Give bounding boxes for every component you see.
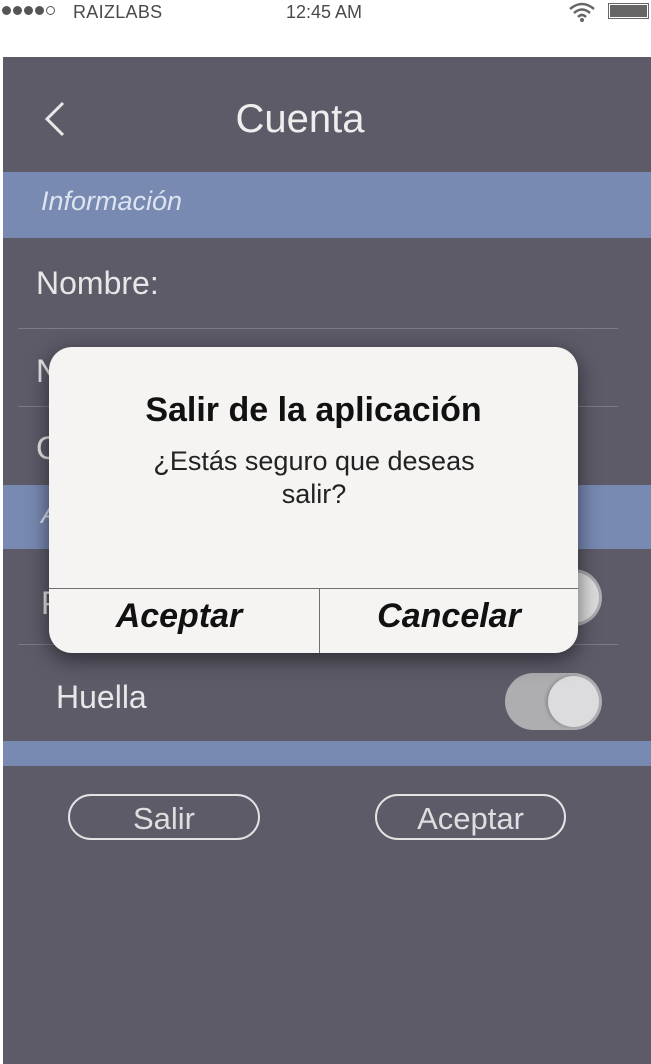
- status-time: 12:45 AM: [286, 2, 363, 22]
- page-title: Cuenta: [235, 97, 365, 141]
- accept-button[interactable]: Aceptar: [375, 794, 566, 840]
- section-footer-bar: [3, 741, 651, 766]
- alert-message: ¿Estás seguro que deseas salir?: [153, 446, 475, 509]
- section-label-info: Información: [41, 186, 183, 216]
- section-header-info: Información: [3, 172, 651, 238]
- toggle-label-huella: Huella: [56, 679, 147, 715]
- battery-icon: [608, 3, 649, 19]
- divider: [18, 328, 618, 329]
- toggle-switch-huella[interactable]: [505, 673, 602, 730]
- exit-button[interactable]: Salir: [68, 794, 260, 840]
- alert-cancel-button[interactable]: Cancelar: [320, 588, 578, 653]
- exit-alert-dialog: Salir de la aplicación ¿Estás seguro que…: [49, 347, 578, 653]
- alert-confirm-button[interactable]: Aceptar: [49, 588, 309, 653]
- field-label-name: Nombre:: [36, 265, 159, 301]
- status-bar: RAIZLABS 12:45 AM: [0, 0, 651, 57]
- carrier-name: RAIZLABS: [73, 2, 163, 22]
- signal-strength-icon: [2, 6, 55, 15]
- alert-title: Salir de la aplicación: [145, 391, 482, 429]
- wifi-icon: [569, 2, 595, 27]
